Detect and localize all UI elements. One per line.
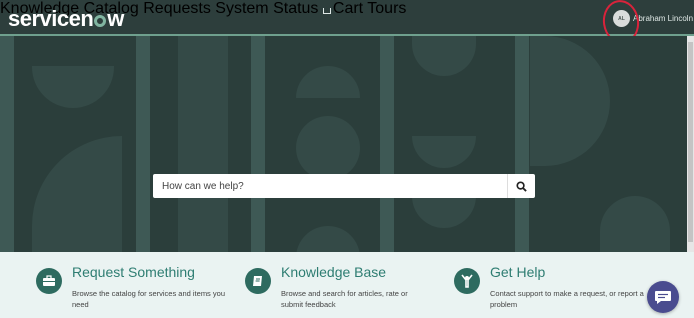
logo-text: servicen — [8, 6, 94, 31]
card-description: Contact support to make a request, or re… — [490, 289, 644, 309]
card-description: Browse and search for articles, rate or … — [281, 289, 408, 309]
nav-system-status[interactable]: System Status — [215, 0, 318, 17]
card-description: Browse the catalog for services and item… — [72, 289, 225, 309]
search-button[interactable] — [507, 174, 535, 198]
help-person-icon — [454, 268, 480, 294]
nav-tours[interactable]: Tours — [367, 0, 406, 17]
top-navbar: servicen w Knowledge Catalog Requests Sys… — [0, 0, 694, 47]
book-icon — [245, 268, 271, 294]
quick-links-section: Request Something Browse the catalog for… — [0, 252, 694, 318]
chat-bubble-icon — [655, 290, 671, 304]
card-title[interactable]: Knowledge Base — [281, 264, 386, 280]
search-icon — [516, 180, 527, 192]
scrollbar-thumb[interactable] — [688, 42, 693, 242]
logo-o-icon — [94, 15, 107, 27]
hero-banner — [0, 36, 687, 252]
hero-scrollbar[interactable] — [687, 36, 694, 252]
user-menu[interactable]: Abraham Lincoln — [633, 14, 693, 23]
servicenow-logo[interactable]: servicen w — [8, 6, 124, 32]
logo-text-end: w — [107, 6, 124, 31]
nav-cart[interactable]: Cart — [322, 0, 364, 17]
card-title[interactable]: Get Help — [490, 264, 545, 280]
card-title[interactable]: Request Something — [72, 264, 195, 280]
nav-cart-label: Cart — [332, 0, 364, 17]
nav-requests[interactable]: Requests — [143, 0, 211, 17]
briefcase-icon — [36, 268, 62, 294]
cart-icon — [322, 8, 331, 14]
search-bar — [153, 174, 535, 198]
chat-button[interactable] — [647, 281, 679, 313]
search-input[interactable] — [153, 174, 509, 198]
